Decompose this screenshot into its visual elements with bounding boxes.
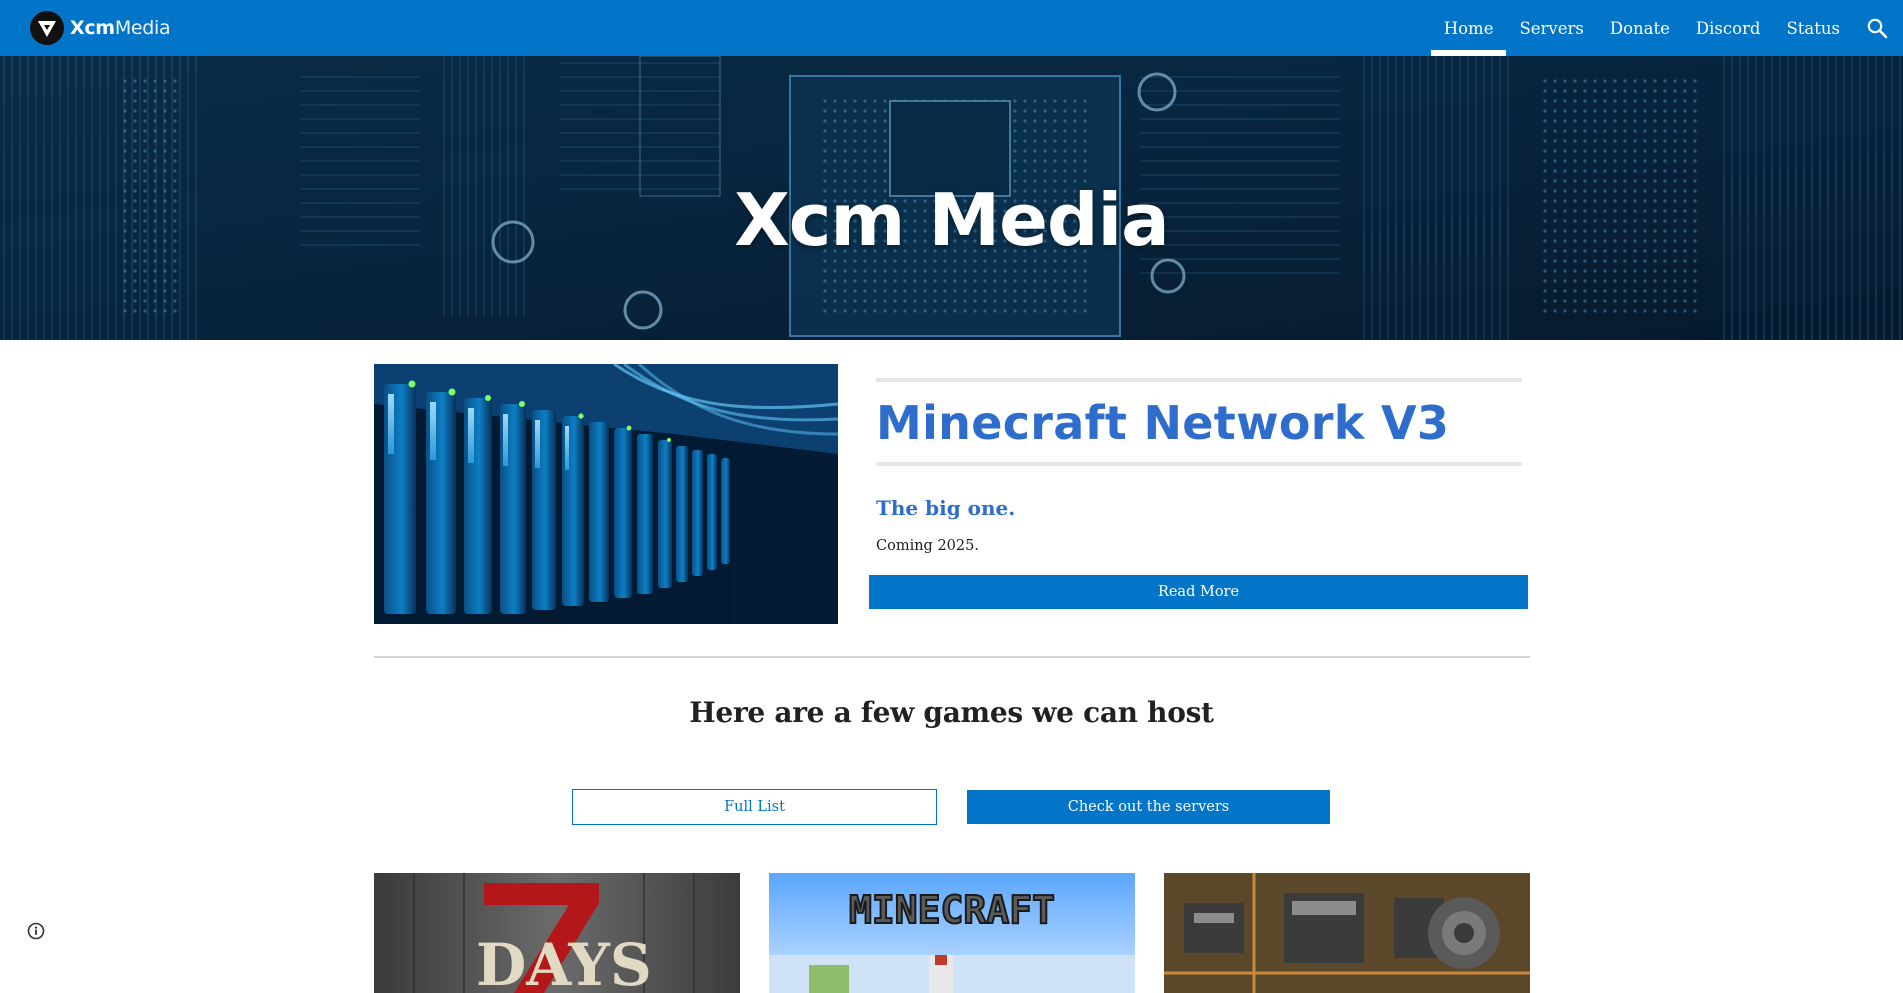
check-servers-button[interactable]: Check out the servers	[967, 790, 1330, 824]
brand-home-link[interactable]: XcmMedia	[30, 11, 171, 45]
read-more-button[interactable]: Read More	[869, 575, 1528, 609]
feature-title: Minecraft Network V3	[876, 396, 1450, 450]
xcm-triangle-logo-icon	[30, 11, 64, 45]
server-rack-image	[374, 364, 838, 624]
factorio-image	[1164, 873, 1530, 993]
brand-name: XcmMedia	[70, 17, 171, 39]
game-card-factorio[interactable]	[1164, 873, 1530, 993]
minecraft-image: MINECRAFT	[769, 873, 1135, 993]
nav-item-discord[interactable]: Discord	[1683, 0, 1774, 56]
feature-subtitle: The big one.	[876, 496, 1016, 520]
brand-name-light: Media	[114, 17, 171, 39]
search-icon[interactable]	[1865, 16, 1889, 40]
game-logo-text: MINECRAFT	[849, 888, 1055, 932]
nav-item-status[interactable]: Status	[1774, 0, 1854, 56]
info-icon[interactable]	[26, 921, 46, 941]
game-card-7-days-to-die[interactable]: DAYS	[374, 873, 740, 993]
7-days-to-die-image: DAYS	[374, 873, 740, 993]
brand-name-strong: Xcm	[70, 17, 115, 39]
game-card-minecraft[interactable]: MINECRAFT	[769, 873, 1135, 993]
game-logo-text: DAYS	[476, 931, 652, 993]
top-navigation-bar: XcmMedia Home Servers Donate Discord Sta…	[0, 0, 1903, 56]
hero-banner: Xcm Media	[0, 56, 1903, 340]
full-list-button[interactable]: Full List	[572, 789, 937, 825]
feature-rule-bottom	[876, 462, 1522, 466]
nav-item-donate[interactable]: Donate	[1597, 0, 1683, 56]
feature-rule-top	[876, 378, 1522, 382]
feature-text: Coming 2025.	[876, 538, 979, 554]
nav-item-servers[interactable]: Servers	[1506, 0, 1596, 56]
hero-title: Xcm Media	[734, 178, 1170, 262]
nav-item-home[interactable]: Home	[1430, 0, 1507, 56]
games-section-title: Here are a few games we can host	[689, 696, 1214, 729]
section-divider	[374, 656, 1530, 658]
main-nav: Home Servers Donate Discord Status	[1430, 0, 1854, 56]
